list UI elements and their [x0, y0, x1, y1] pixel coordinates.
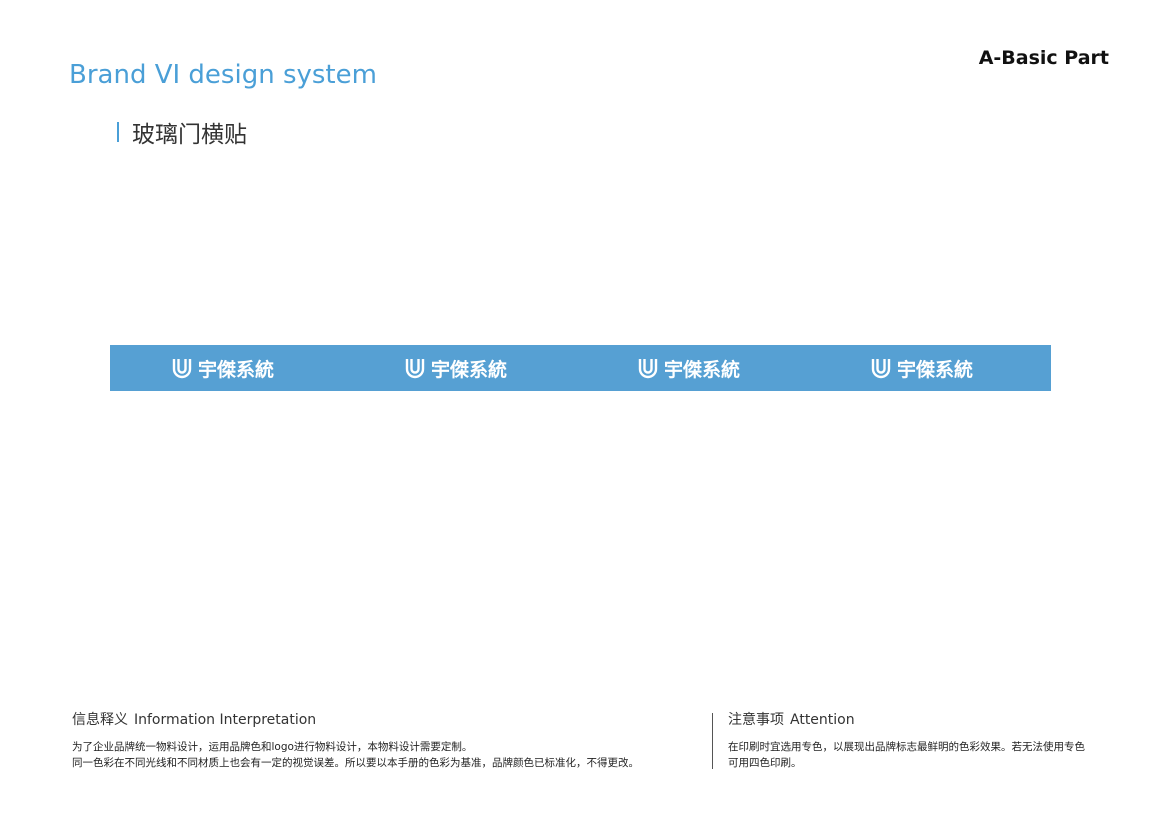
attention-line: 可用四色印刷。: [728, 757, 802, 769]
info-line: 同一色彩在不同光线和不同材质上也会有一定的视觉误差。所以要以本手册的色彩为基准，…: [72, 757, 639, 769]
banner-logo: 宇傑系統: [172, 345, 274, 391]
brand-title: Brand VI design system: [69, 60, 377, 90]
banner-logo-text: 宇傑系統: [198, 358, 275, 381]
glass-door-banner: 宇傑系統 宇傑系統 宇傑系統 宇傑系統: [110, 345, 1051, 391]
attention-line: 在印刷时宜选用专色，以展现出品牌标志最鲜明的色彩效果。若无法使用专色: [728, 741, 1085, 753]
u-logo-mark-icon: [638, 359, 658, 379]
attention-heading-cn: 注意事项: [728, 712, 784, 728]
u-logo-mark-icon: [405, 359, 425, 379]
banner-logo: 宇傑系統: [405, 345, 507, 391]
banner-logo: 宇傑系統: [871, 345, 973, 391]
info-interpretation-section: 信息释义 Information Interpretation 为了企业品牌统一物…: [72, 709, 692, 771]
info-heading-en: Information Interpretation: [134, 712, 317, 728]
info-line: 为了企业品牌统一物料设计，运用品牌色和logo进行物料设计，本物料设计需要定制。: [72, 741, 473, 753]
banner-logo: 宇傑系統: [638, 345, 740, 391]
banner-logo-text: 宇傑系統: [897, 358, 974, 381]
section-heading: 玻璃门横贴: [117, 115, 247, 149]
section-title: 玻璃门横贴: [132, 122, 247, 148]
section-accent-bar: [117, 122, 119, 142]
attention-section: 注意事项 Attention 在印刷时宜选用专色，以展现出品牌标志最鲜明的色彩效果…: [728, 709, 1118, 771]
banner-logo-text: 宇傑系統: [431, 358, 508, 381]
info-heading-cn: 信息释义: [72, 712, 128, 728]
u-logo-mark-icon: [172, 359, 192, 379]
footer-divider: [712, 713, 713, 769]
attention-heading-en: Attention: [790, 712, 855, 728]
info-heading: 信息释义 Information Interpretation: [72, 709, 692, 729]
u-logo-mark-icon: [871, 359, 891, 379]
part-label: A-Basic Part: [978, 47, 1109, 69]
attention-heading: 注意事项 Attention: [728, 709, 1118, 729]
banner-logo-text: 宇傑系統: [664, 358, 741, 381]
